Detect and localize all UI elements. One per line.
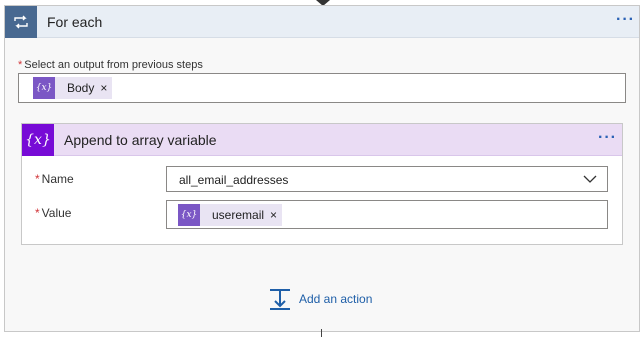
- name-label-text: Name: [41, 172, 74, 186]
- value-label: * Value: [35, 206, 71, 220]
- for-each-title: For each: [47, 14, 103, 30]
- name-label: * Name: [35, 172, 74, 186]
- add-action-label: Add an action: [299, 292, 373, 306]
- required-mark: *: [35, 172, 40, 186]
- useremail-token[interactable]: {x} useremail ×: [178, 204, 283, 226]
- variable-icon: {x}: [22, 124, 54, 156]
- name-dropdown[interactable]: all_email_addresses: [166, 166, 608, 192]
- name-dropdown-value: all_email_addresses: [179, 173, 289, 187]
- remove-body-token-button[interactable]: ×: [100, 81, 112, 95]
- body-token-label: Body: [67, 81, 95, 95]
- expression-icon: {x}: [178, 204, 200, 226]
- add-action-icon: [270, 289, 290, 310]
- append-header[interactable]: {x} Append to array variable ···: [22, 124, 622, 156]
- remove-useremail-token-button[interactable]: ×: [270, 208, 282, 222]
- useremail-token-label: useremail: [212, 208, 265, 222]
- value-input[interactable]: {x} useremail ×: [166, 200, 608, 229]
- select-output-label: * Select an output from previous steps: [18, 59, 203, 71]
- append-title: Append to array variable: [64, 132, 217, 148]
- connector-line: [321, 329, 322, 337]
- designer-canvas: For each ··· * Select an output from prev…: [0, 0, 643, 337]
- for-each-header[interactable]: For each ···: [5, 6, 639, 38]
- required-mark: *: [18, 59, 23, 71]
- chevron-down-icon: [583, 175, 597, 183]
- value-label-text: Value: [41, 206, 72, 220]
- loop-icon: [5, 6, 37, 38]
- append-more-button[interactable]: ···: [598, 130, 617, 146]
- for-each-more-button[interactable]: ···: [616, 12, 635, 28]
- select-output-input[interactable]: {x} Body ×: [18, 73, 626, 103]
- select-output-label-text: Select an output from previous steps: [24, 59, 203, 71]
- add-action-button[interactable]: Add an action: [269, 288, 372, 310]
- body-token[interactable]: {x} Body ×: [33, 77, 113, 99]
- required-mark: *: [35, 206, 40, 220]
- append-to-array-card: {x} Append to array variable ··· * Name a…: [21, 123, 623, 245]
- expression-icon: {x}: [33, 77, 55, 99]
